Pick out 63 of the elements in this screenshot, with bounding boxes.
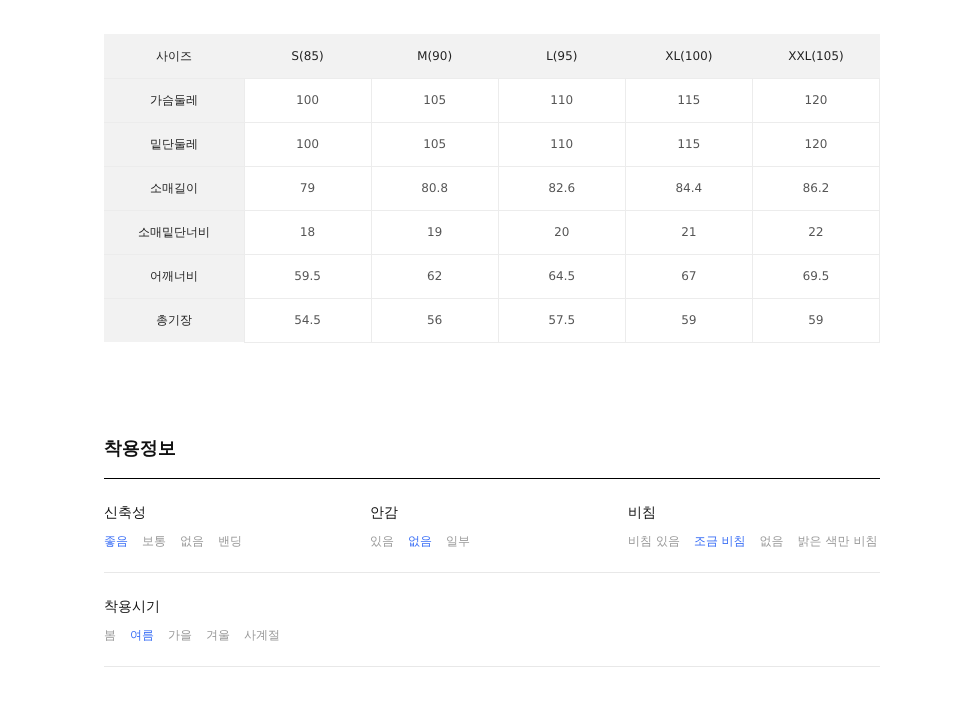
table-cell: 62 — [371, 254, 498, 298]
table-cell: 64.5 — [498, 254, 626, 298]
attribute-option: 없음 — [760, 532, 784, 550]
column-header: M(90) — [371, 34, 498, 78]
column-header: XL(100) — [625, 34, 752, 78]
row-header: 총기장 — [104, 298, 244, 342]
attribute-option: 없음 — [408, 532, 432, 550]
table-cell: 69.5 — [752, 254, 880, 298]
table-cell: 54.5 — [244, 298, 372, 342]
table-cell: 20 — [498, 210, 626, 254]
attribute-label: 비침 — [628, 504, 657, 522]
table-cell: 22 — [752, 210, 880, 254]
table-cell: 105 — [371, 122, 498, 166]
table-cell: 18 — [244, 210, 372, 254]
attribute-option: 있음 — [370, 532, 394, 550]
table-cell: 86.2 — [752, 166, 880, 210]
column-header: S(85) — [244, 34, 372, 78]
row-header: 어깨너비 — [104, 254, 244, 298]
attribute-option: 없음 — [180, 532, 204, 550]
attribute-option: 조금 비침 — [694, 532, 746, 550]
table-cell: 67 — [625, 254, 752, 298]
attribute-option: 밝은 색만 비침 — [798, 532, 878, 550]
table-cell: 105 — [371, 78, 498, 122]
attribute-option: 사계절 — [244, 626, 280, 644]
attribute-option: 밴딩 — [218, 532, 242, 550]
table-cell: 80.8 — [371, 166, 498, 210]
table-cell: 79 — [244, 166, 372, 210]
table-cell: 21 — [625, 210, 752, 254]
row-header: 소매길이 — [104, 166, 244, 210]
table-cell: 59 — [625, 298, 752, 342]
attribute-option: 겨울 — [206, 626, 230, 644]
attribute-option: 봄 — [104, 626, 116, 644]
table-cell: 120 — [752, 122, 880, 166]
table-cell: 59 — [752, 298, 880, 342]
row-header: 가슴둘레 — [104, 78, 244, 122]
table-cell: 120 — [752, 78, 880, 122]
table-cell: 56 — [371, 298, 498, 342]
table-cell: 84.4 — [625, 166, 752, 210]
table-cell: 59.5 — [244, 254, 372, 298]
table-cell: 115 — [625, 78, 752, 122]
table-cell: 82.6 — [498, 166, 626, 210]
table-cell: 19 — [371, 210, 498, 254]
column-header: L(95) — [498, 34, 626, 78]
attribute-option: 보통 — [142, 532, 166, 550]
attribute-label: 신축성 — [104, 504, 147, 522]
attribute-option: 좋음 — [104, 532, 128, 550]
attribute-label: 안감 — [370, 504, 399, 522]
attribute-option: 일부 — [446, 532, 470, 550]
attribute-option: 가을 — [168, 626, 192, 644]
attribute-option: 비침 있음 — [628, 532, 680, 550]
table-cell: 110 — [498, 78, 626, 122]
table-cell: 115 — [625, 122, 752, 166]
table-cell: 110 — [498, 122, 626, 166]
row-header: 밑단둘레 — [104, 122, 244, 166]
column-header: 사이즈 — [104, 34, 244, 78]
attribute-option: 여름 — [130, 626, 154, 644]
row-header: 소매밑단너비 — [104, 210, 244, 254]
table-cell: 100 — [244, 78, 372, 122]
table-cell: 100 — [244, 122, 372, 166]
column-header: XXL(105) — [752, 34, 880, 78]
section-title: 착용정보 — [104, 434, 880, 478]
table-cell: 57.5 — [498, 298, 626, 342]
attribute-label: 착용시기 — [104, 598, 161, 616]
